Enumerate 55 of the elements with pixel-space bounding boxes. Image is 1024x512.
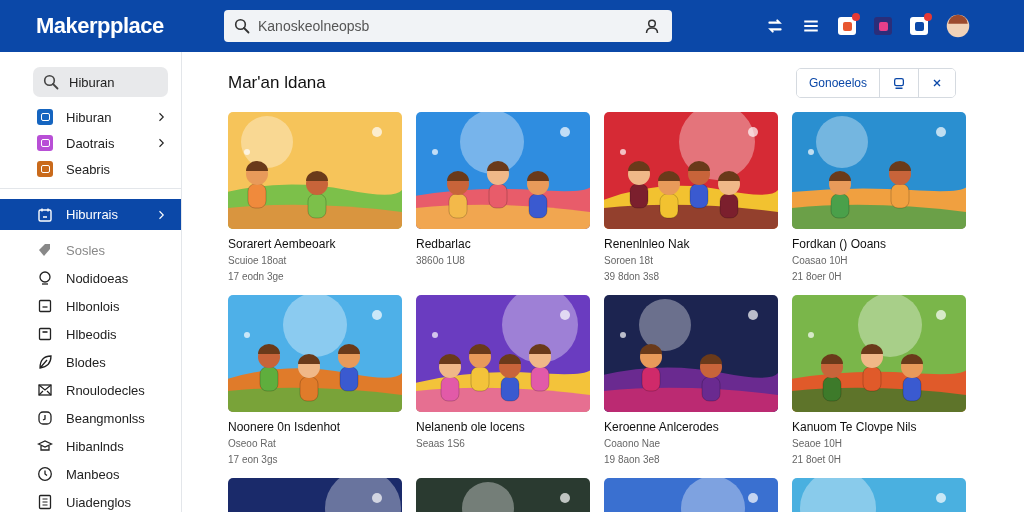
sidebar-item[interactable]: Hibanlnds [0,432,181,460]
sidebar-item[interactable]: Hiburrais [0,199,181,230]
sidebar-item[interactable]: Manbeos [0,460,181,488]
sidebar-item[interactable]: Rnoulodecles [0,376,181,404]
search-icon [43,74,59,90]
search-field[interactable]: Kanoskeolneopsb [224,10,672,42]
game-meta: 21 8oer 0H [792,271,843,283]
person-icon [644,18,660,34]
game-title[interactable]: Kanuom Te Clovpe Nils [792,420,966,434]
list-icon [37,494,53,510]
document-icon [37,298,53,314]
game-subtitle: Coaono Nae [604,438,662,450]
cap-icon [37,438,53,454]
game-title[interactable]: Nelanenb ole locens [416,420,590,434]
tag-icon [37,242,53,258]
sidebar-item[interactable]: Hlbeodis [0,320,181,348]
sidebar-item[interactable]: Daotrais [0,130,181,156]
game-title[interactable]: Redbarlac [416,237,590,251]
leaf-icon [37,354,53,370]
game-title[interactable]: Fordkan () Ooans [792,237,966,251]
game-meta: 19 8aon 3e8 [604,454,661,466]
search-icon [234,18,250,34]
clock-icon [37,466,53,482]
game-subtitle: Soroen 18t [604,255,654,267]
window-icon [37,326,53,342]
game-subtitle: 3860o 1U8 [416,255,466,267]
game-subtitle: Coasao 10H [792,255,849,267]
mail-icon [37,382,53,398]
search-field[interactable]: Hiburan [33,67,168,97]
sidebar-item[interactable]: Nodidoeas [0,264,181,292]
game-meta: 17 eodn 3ge [228,271,285,283]
game-meta: 21 8oet 0H [792,454,842,466]
game-subtitle: Oseoo Rat [228,438,277,450]
calendar-icon [37,206,53,223]
logo[interactable]: Makerpplace [36,13,224,39]
sidebar-item[interactable]: Seabris [0,156,181,182]
sidebar-item[interactable]: Uiadenglos [0,488,181,512]
page-title: Mar'an ldana [228,73,326,93]
sidebar-item[interactable]: Beangmonlss [0,404,181,432]
game-title[interactable]: Sorarert Aembeoark [228,237,402,251]
game-title[interactable]: Keroenne Anlcerodes [604,420,778,434]
game-meta: 39 8don 3s8 [604,271,661,283]
clock-icon [37,410,53,426]
sidebar-item[interactable]: Blodes [0,348,181,376]
swap-icon[interactable] [766,17,784,35]
game-subtitle: Scuioe 18oat [228,255,288,267]
game-subtitle: Seaoe 10H [792,438,844,450]
close-icon [931,77,943,89]
game-title[interactable]: Noonere 0n Isdenhot [228,420,402,434]
sidebar-item[interactable]: Hiburan [0,104,181,130]
game-meta: 17 eon 3gs [228,454,279,466]
game-title[interactable]: Renenlnleo Nak [604,237,778,251]
sidebar-item[interactable]: Hlbonlois [0,292,181,320]
avatar-icon[interactable] [946,14,970,38]
game-subtitle: Seaas 1S6 [416,438,466,450]
